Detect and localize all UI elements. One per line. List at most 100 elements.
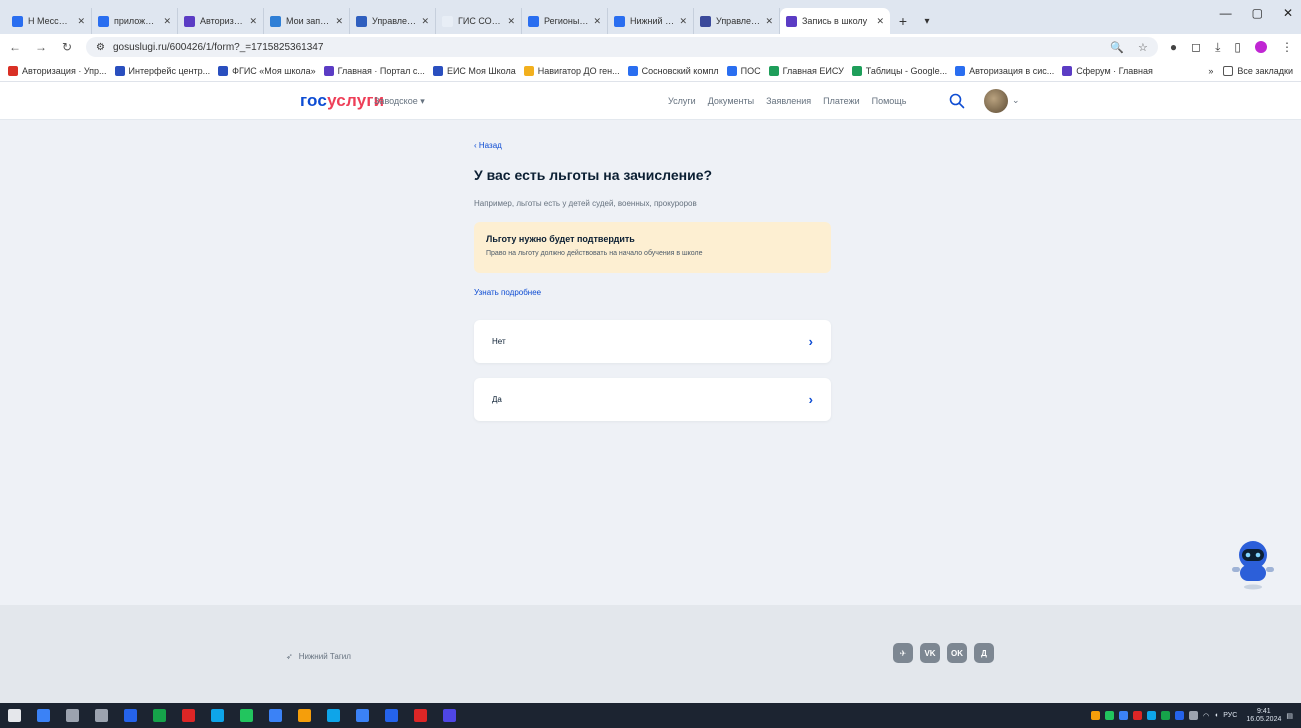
taskbar-app-icon[interactable] [443,709,456,722]
tray-icon[interactable] [1160,711,1170,720]
nav-link[interactable]: Помощь [872,96,907,106]
robot-assistant-icon[interactable] [1228,535,1278,591]
system-clock[interactable]: 9:41 16.05.2024 [1246,708,1281,724]
nav-link[interactable]: Заявления [766,96,811,106]
bookmark-item[interactable]: ЕИС Моя Школа [432,65,516,76]
tab-close-icon[interactable]: ✕ [679,16,687,27]
browser-tab[interactable]: Регионы - Пол ✕ [522,8,608,34]
profile-avatar-icon[interactable] [1255,41,1267,53]
vk-icon[interactable]: VK [920,643,940,663]
bookmark-item[interactable]: Авторизация в сис... [955,65,1054,76]
language-indicator[interactable]: РУС [1223,712,1237,719]
tab-close-icon[interactable]: ✕ [335,16,343,27]
dzen-icon[interactable]: Д [974,643,994,663]
back-arrow-icon[interactable]: ← [8,40,22,54]
extension-icon[interactable]: ● [1170,40,1177,54]
search-icon[interactable] [949,93,965,109]
notifications-icon[interactable]: ▤ [1286,712,1293,720]
all-bookmarks-link[interactable]: Все закладки [1223,65,1293,76]
address-bar[interactable]: ⚙ gosuslugi.ru/600426/1/form?_=171582536… [86,37,1158,57]
taskbar-app-icon[interactable] [182,709,195,722]
browser-tab[interactable]: Запись в школу ✕ [780,8,890,34]
tab-close-icon[interactable]: ✕ [507,16,515,27]
site-info-icon[interactable]: ⚙ [96,42,105,53]
sidebar-icon[interactable]: ▯ [1234,40,1241,54]
taskbar-app-icon[interactable] [124,709,137,722]
bookmark-item[interactable]: Главная · Портал с... [323,65,425,76]
wifi-icon[interactable]: ◠ [1203,712,1209,720]
bookmark-item[interactable]: Авторизация · Упр... [8,65,107,76]
browser-tab[interactable]: Нижний Тагил ✕ [608,8,694,34]
tab-close-icon[interactable]: ✕ [249,16,257,27]
taskbar-app-icon[interactable] [356,709,369,722]
browser-tab[interactable]: Мои запросы ✕ [264,8,350,34]
minimize-icon[interactable]: — [1220,6,1232,20]
bookmark-item[interactable]: Cосновский компл [627,65,719,76]
bookmark-item[interactable]: Главная ЕИСУ [768,65,844,76]
nav-link[interactable]: Документы [708,96,754,106]
taskbar-app-icon[interactable] [37,709,50,722]
bookmark-item[interactable]: Интерфейс центр... [114,65,210,76]
forward-arrow-icon[interactable]: → [34,40,48,54]
maximize-icon[interactable]: ▢ [1252,6,1263,20]
tab-search-button[interactable]: ▾ [916,8,938,34]
tab-close-icon[interactable]: ✕ [77,16,85,27]
gosuslugi-logo[interactable]: госуслуги [300,91,384,111]
nav-link[interactable]: Услуги [668,96,696,106]
taskbar-app-icon[interactable] [95,709,108,722]
telegram-icon[interactable]: ✈ [893,643,913,663]
browser-tab[interactable]: Управление ОО ✕ [350,8,436,34]
tray-icon[interactable] [1118,711,1128,720]
tab-close-icon[interactable]: ✕ [593,16,601,27]
browser-tab[interactable]: Н Мессенджер ✕ [6,8,92,34]
zoom-icon[interactable]: 🔍 [1110,41,1124,54]
tab-close-icon[interactable]: ✕ [876,16,884,27]
taskbar-app-icon[interactable] [414,709,427,722]
user-avatar[interactable] [984,89,1008,113]
taskbar-app-icon[interactable] [240,709,253,722]
chevron-down-icon[interactable]: ⌄ [1012,95,1020,106]
learn-more-link[interactable]: Узнать подробнее [474,288,541,297]
bookmark-item[interactable]: ПОС [726,65,761,76]
footer-location[interactable]: ➶ Нижний Тагил [286,652,351,661]
option-yes-button[interactable]: Да › [474,378,831,421]
odnoklassniki-icon[interactable]: OK [947,643,967,663]
region-selector[interactable]: Заводское ▾ [374,96,425,107]
taskbar-app-icon[interactable] [66,709,79,722]
extensions-puzzle-icon[interactable]: ◻ [1191,40,1201,54]
tray-icon[interactable] [1132,711,1142,720]
tab-close-icon[interactable]: ✕ [765,16,773,27]
download-icon[interactable]: ⤓ [1215,40,1220,55]
bookmark-item[interactable]: Таблицы - Google... [851,65,947,76]
tab-close-icon[interactable]: ✕ [163,16,171,27]
tray-icon[interactable] [1090,711,1100,720]
reload-icon[interactable]: ↻ [60,40,74,54]
menu-kebab-icon[interactable]: ⋮ [1281,40,1293,54]
new-tab-button[interactable]: + [890,8,916,34]
star-icon[interactable]: ☆ [1138,41,1148,54]
bookmark-item[interactable]: Сферум · Главная [1062,65,1153,76]
browser-tab[interactable]: ГИС СО "ЦР" ✕ [436,8,522,34]
taskbar-app-icon[interactable] [327,709,340,722]
bookmarks-more-icon[interactable]: » [1208,66,1213,76]
volume-icon[interactable]: ◖ [1214,712,1218,719]
tray-icon[interactable] [1188,711,1198,720]
bookmark-item[interactable]: ФГИС «Моя школа» [218,65,316,76]
back-link[interactable]: ‹ Назад [474,141,502,150]
taskbar-app-icon[interactable] [298,709,311,722]
tray-icon[interactable] [1104,711,1114,720]
tray-icon[interactable] [1174,711,1184,720]
taskbar-app-icon[interactable] [385,709,398,722]
browser-tab[interactable]: приложение И ✕ [92,8,178,34]
bookmark-item[interactable]: Навигатор ДО ген... [523,65,620,76]
windows-start-icon[interactable] [8,709,21,722]
tab-close-icon[interactable]: ✕ [421,16,429,27]
tray-icon[interactable] [1146,711,1156,720]
taskbar-app-icon[interactable] [269,709,282,722]
close-window-icon[interactable]: ✕ [1283,6,1293,20]
option-no-button[interactable]: Нет › [474,320,831,363]
browser-tab[interactable]: Управление Д ✕ [694,8,780,34]
browser-tab[interactable]: Авторизация ✕ [178,8,264,34]
taskbar-app-icon[interactable] [153,709,166,722]
nav-link[interactable]: Платежи [823,96,860,106]
